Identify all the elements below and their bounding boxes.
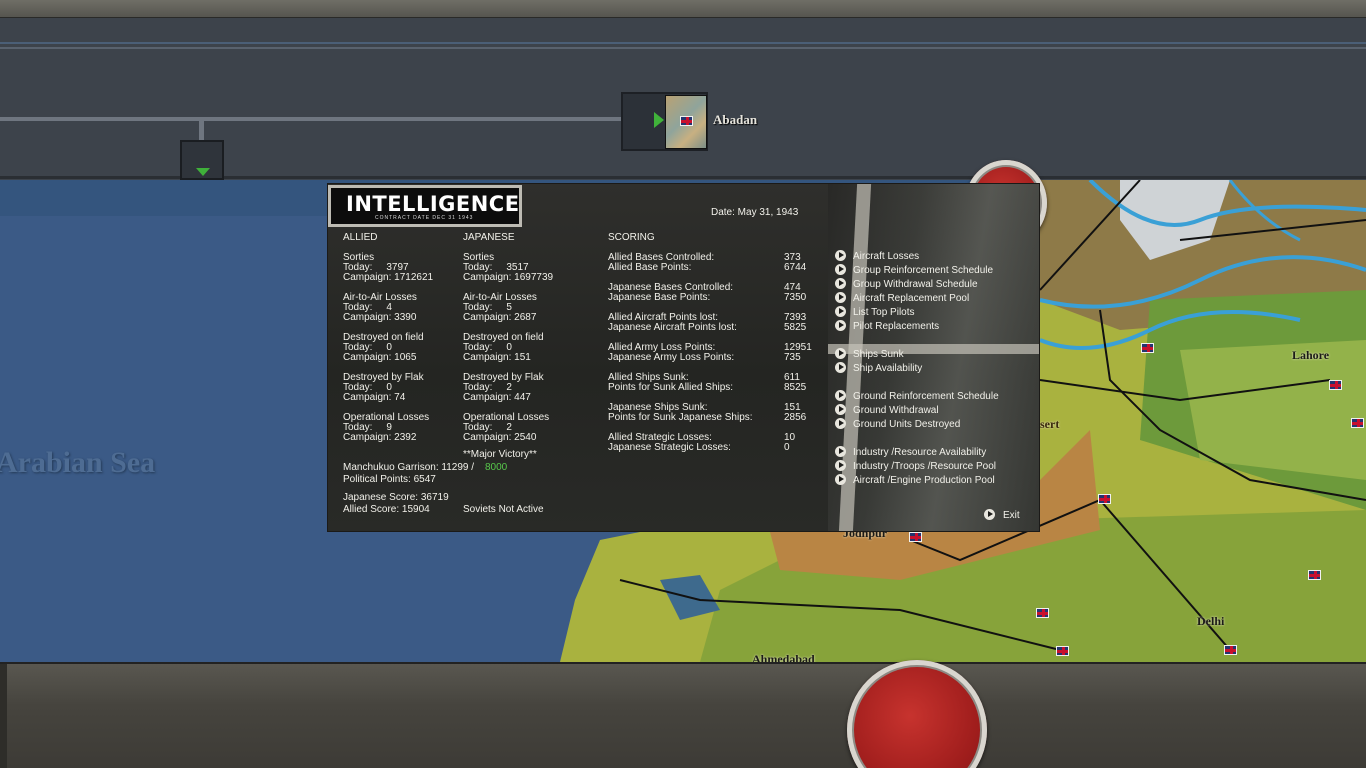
arrow-right-icon[interactable] xyxy=(835,404,846,415)
ground-reinforcement-link[interactable]: Ground Reinforcement Schedule xyxy=(853,391,999,402)
chevron-down-icon xyxy=(196,168,210,176)
scoring-label: Japanese Army Loss Points: xyxy=(608,352,735,363)
arrow-right-icon[interactable] xyxy=(835,278,846,289)
city-label-ahmedabad[interactable]: Ahmedabad xyxy=(752,652,815,662)
scoring-value: 8525 xyxy=(784,382,807,393)
soviets-status: Soviets Not Active xyxy=(463,504,544,515)
japanese-sorties-campaign: Campaign: 1697739 xyxy=(463,272,554,283)
top-pilots-link[interactable]: List Top Pilots xyxy=(853,307,915,318)
allied-header: ALLIED xyxy=(343,232,378,243)
uk-flag-icon xyxy=(680,116,693,126)
ground-withdrawal-link[interactable]: Ground Withdrawal xyxy=(853,405,939,416)
victory-result: **Major Victory** xyxy=(463,449,537,460)
allied-score: Allied Score: 15904 xyxy=(343,504,430,515)
collapse-tab[interactable] xyxy=(180,140,224,180)
arrow-right-icon[interactable] xyxy=(835,418,846,429)
arrow-right-icon[interactable] xyxy=(835,306,846,317)
industry-pool-link[interactable]: Industry /Troops /Resource Pool xyxy=(853,461,996,472)
city-label-delhi[interactable]: Delhi xyxy=(1197,614,1224,629)
japanese-a2a-campaign: Campaign: 2687 xyxy=(463,312,537,323)
japanese-score: Japanese Score: 36719 xyxy=(343,492,449,503)
arrow-right-icon[interactable] xyxy=(835,446,846,457)
allied-a2a-campaign: Campaign: 3390 xyxy=(343,312,417,323)
scoring-label: Allied Base Points: xyxy=(608,262,692,273)
ships-sunk-link[interactable]: Ships Sunk xyxy=(853,349,904,360)
top-strip xyxy=(0,0,1366,18)
arrow-right-icon[interactable] xyxy=(835,460,846,471)
arrow-right-icon[interactable] xyxy=(835,320,846,331)
uk-base-flag-icon[interactable] xyxy=(1098,494,1111,504)
logo-title: INTELLIGENCE xyxy=(346,192,520,216)
allied-flak-campaign: Campaign: 74 xyxy=(343,392,406,403)
arrow-right-icon[interactable] xyxy=(835,390,846,401)
uk-base-flag-icon[interactable] xyxy=(1308,570,1321,580)
arrow-right-icon[interactable] xyxy=(835,348,846,359)
exit-button[interactable]: Exit xyxy=(1003,510,1020,521)
group-reinforcement-link[interactable]: Group Reinforcement Schedule xyxy=(853,265,993,276)
uk-base-flag-icon[interactable] xyxy=(1224,645,1237,655)
aircraft-replacement-link[interactable]: Aircraft Replacement Pool xyxy=(853,293,969,304)
scoring-label: Japanese Base Points: xyxy=(608,292,711,303)
political-points: Political Points: 6547 xyxy=(343,474,436,485)
intelligence-logo: INTELLIGENCE CONTRACT DATE DEC 31 1943 xyxy=(328,185,522,227)
uk-base-flag-icon[interactable] xyxy=(1036,608,1049,618)
city-label-lahore[interactable]: Lahore xyxy=(1292,348,1329,363)
ship-availability-link[interactable]: Ship Availability xyxy=(853,363,922,374)
pilot-replacements-link[interactable]: Pilot Replacements xyxy=(853,321,939,332)
region-label-fragment: sert xyxy=(1040,417,1060,431)
scoring-value: 5825 xyxy=(784,322,807,333)
arrow-right-icon[interactable] xyxy=(835,250,846,261)
logo-subtitle: CONTRACT DATE DEC 31 1943 xyxy=(375,215,474,221)
scoring-value: 735 xyxy=(784,352,801,363)
japanese-header: JAPANESE xyxy=(463,232,515,243)
allied-field-campaign: Campaign: 1065 xyxy=(343,352,417,363)
japanese-operational-campaign: Campaign: 2540 xyxy=(463,432,537,443)
arrow-right-icon[interactable] xyxy=(835,474,846,485)
tree-connector xyxy=(0,117,624,121)
scoring-value: 6744 xyxy=(784,262,807,273)
ground-destroyed-link[interactable]: Ground Units Destroyed xyxy=(853,419,960,430)
industry-availability-link[interactable]: Industry /Resource Availability xyxy=(853,447,986,458)
arrow-right-icon[interactable] xyxy=(835,362,846,373)
scoring-label: Japanese Aircraft Points lost: xyxy=(608,322,737,333)
group-withdrawal-link[interactable]: Group Withdrawal Schedule xyxy=(853,279,978,290)
divider-line xyxy=(0,42,1366,44)
japanese-field-campaign: Campaign: 151 xyxy=(463,352,531,363)
arrow-right-icon[interactable] xyxy=(984,509,995,520)
arrow-right-icon[interactable] xyxy=(835,264,846,275)
scoring-value: 0 xyxy=(784,442,790,453)
report-date: Date: May 31, 1943 xyxy=(711,207,799,218)
expand-play-icon[interactable] xyxy=(654,112,664,128)
divider-line xyxy=(0,47,1366,49)
scoring-value: 7350 xyxy=(784,292,807,303)
aircraft-losses-link[interactable]: Aircraft Losses xyxy=(853,251,919,262)
uk-base-flag-icon[interactable] xyxy=(1141,343,1154,353)
intelligence-panel: INTELLIGENCE CONTRACT DATE DEC 31 1943 D… xyxy=(327,183,1040,532)
sea-label: Arabian Sea xyxy=(0,446,156,479)
aircraft-engine-link[interactable]: Aircraft /Engine Production Pool xyxy=(853,475,995,486)
scoring-value: 2856 xyxy=(784,412,807,423)
bottom-toolbar xyxy=(0,662,1366,768)
uk-base-flag-icon[interactable] xyxy=(1056,646,1069,656)
scoring-label: Japanese Strategic Losses: xyxy=(608,442,731,453)
uk-base-flag-icon[interactable] xyxy=(909,532,922,542)
manchukuo-required: 8000 xyxy=(485,462,508,473)
arrow-right-icon[interactable] xyxy=(835,292,846,303)
uk-base-flag-icon[interactable] xyxy=(1329,380,1342,390)
japanese-flak-campaign: Campaign: 447 xyxy=(463,392,531,403)
scoring-label: Points for Sunk Japanese Ships: xyxy=(608,412,753,423)
base-name-label[interactable]: Abadan xyxy=(713,112,757,128)
base-thumbnail[interactable] xyxy=(665,95,707,149)
manchukuo-garrison: Manchukuo Garrison: 11299 / xyxy=(343,462,475,473)
scoring-header: SCORING xyxy=(608,232,655,243)
scoring-label: Points for Sunk Allied Ships: xyxy=(608,382,734,393)
allied-operational-campaign: Campaign: 2392 xyxy=(343,432,417,443)
base-node[interactable] xyxy=(621,92,708,151)
allied-sorties-campaign: Campaign: 1712621 xyxy=(343,272,434,283)
uk-base-flag-icon[interactable] xyxy=(1351,418,1364,428)
